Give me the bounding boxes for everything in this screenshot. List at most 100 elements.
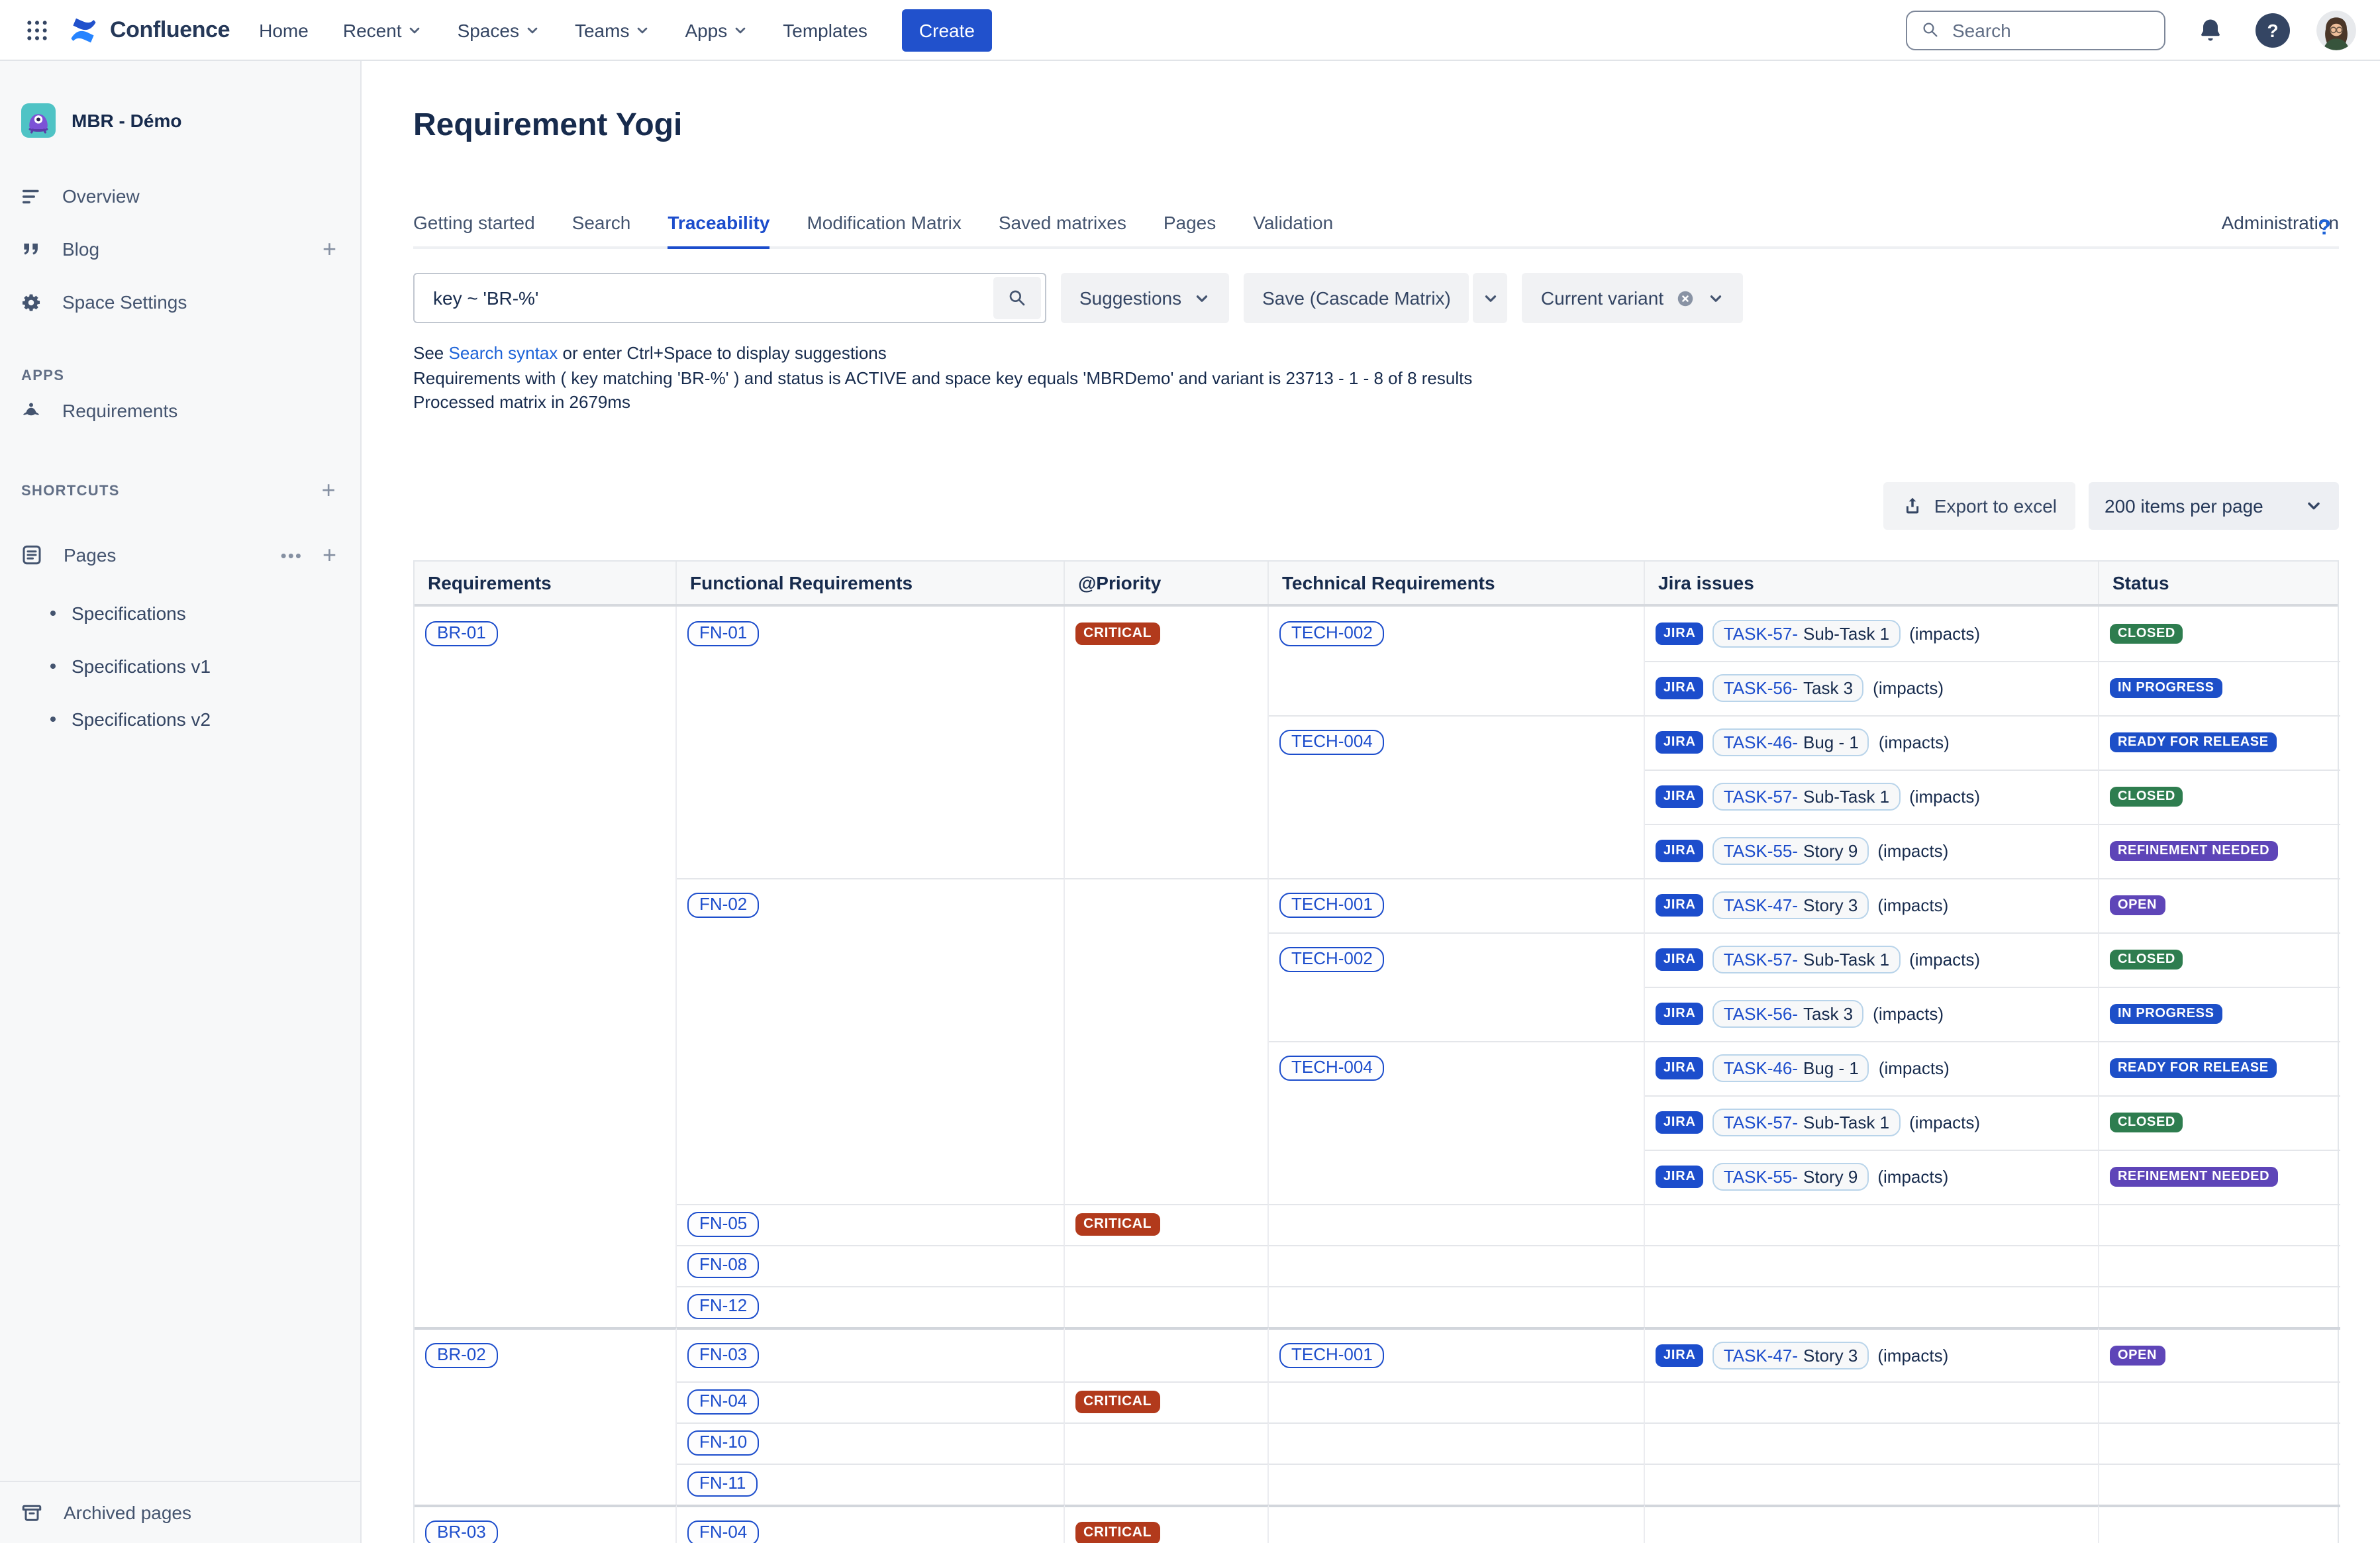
jira-issue-link[interactable]: TASK-57-Sub-Task 1 (1713, 946, 1900, 973)
save-options-button[interactable] (1473, 273, 1508, 323)
app-grid-icon[interactable] (19, 11, 56, 48)
save-cascade-matrix-button[interactable]: Save (Cascade Matrix) (1244, 273, 1469, 323)
jira-issue-link[interactable]: TASK-55-Story 9 (1713, 837, 1869, 865)
cell-requirements (415, 1095, 677, 1149)
tab-search[interactable]: Search (572, 212, 631, 249)
create-button[interactable]: Create (902, 9, 992, 51)
tab-validation[interactable]: Validation (1253, 212, 1333, 249)
overview-icon (20, 185, 42, 207)
technical-requirement-pill[interactable]: TECH-002 (1279, 621, 1385, 646)
technical-requirement-pill[interactable]: TECH-001 (1279, 1342, 1385, 1368)
page-item-specifications-v1[interactable]: Specifications v1 (0, 640, 360, 693)
functional-requirement-pill[interactable]: FN-05 (687, 1212, 759, 1237)
export-to-excel-button[interactable]: Export to excel (1884, 481, 2075, 529)
jira-issue-link[interactable]: TASK-57-Sub-Task 1 (1713, 783, 1900, 811)
requirement-key-pill[interactable]: BR-01 (425, 621, 498, 646)
jira-issue-link[interactable]: TASK-56-Task 3 (1713, 674, 1863, 702)
jira-issue-summary: Sub-Task 1 (1803, 1113, 1889, 1132)
items-per-page-select[interactable]: 200 items per page (2089, 481, 2339, 529)
notifications-bell-icon[interactable] (2192, 11, 2229, 48)
search-syntax-link[interactable]: Search syntax (449, 343, 558, 363)
cell-status: CLOSED (2099, 769, 2340, 823)
functional-requirement-pill[interactable]: FN-02 (687, 893, 759, 918)
tab-pages[interactable]: Pages (1164, 212, 1216, 249)
pages-more-icon[interactable]: ••• (281, 545, 303, 565)
page-item-specifications-v2[interactable]: Specifications v2 (0, 693, 360, 746)
impacts-label: (impacts) (1909, 950, 1980, 970)
search-icon (1920, 20, 1940, 40)
functional-requirement-pill[interactable]: FN-03 (687, 1342, 759, 1368)
global-search-input[interactable] (1950, 18, 2151, 42)
cell-technical-requirements (1269, 1504, 1645, 1543)
cell-functional-requirements: FN-11 (677, 1463, 1065, 1504)
jira-issue-summary: Bug - 1 (1803, 1058, 1859, 1078)
sidebar-item-archived-pages[interactable]: Archived pages (0, 1482, 360, 1543)
jira-issue-link[interactable]: TASK-47-Story 3 (1713, 891, 1869, 919)
jira-issue-link[interactable]: TASK-57-Sub-Task 1 (1713, 619, 1900, 647)
nav-item-teams[interactable]: Teams (575, 19, 650, 40)
functional-requirement-pill[interactable]: FN-04 (687, 1520, 759, 1543)
functional-requirement-pill[interactable]: FN-08 (687, 1253, 759, 1278)
requirement-key-pill[interactable]: BR-02 (425, 1342, 498, 1368)
search-submit-button[interactable] (993, 277, 1041, 319)
ry-help-link[interactable]: ? (2318, 217, 2331, 241)
help-icon[interactable]: ? (2256, 13, 2290, 47)
cell-requirements: BR-01 (415, 606, 677, 660)
traceability-query-input[interactable] (430, 286, 993, 310)
technical-requirement-pill[interactable]: TECH-002 (1279, 947, 1385, 972)
space-header[interactable]: MBR - Démo (21, 103, 339, 138)
page-item-specifications[interactable]: Specifications (0, 587, 360, 640)
sidebar-item-blog[interactable]: Blog + (0, 223, 360, 275)
jira-issue-link[interactable]: TASK-47-Story 3 (1713, 1341, 1869, 1369)
sidebar-item-requirements[interactable]: Requirements (0, 384, 360, 437)
nav-item-recent[interactable]: Recent (343, 19, 423, 40)
nav-item-spaces[interactable]: Spaces (458, 19, 540, 40)
avatar[interactable] (2316, 10, 2356, 50)
add-blog-icon[interactable]: + (322, 235, 336, 263)
functional-requirement-pill[interactable]: FN-04 (687, 1389, 759, 1415)
nav-item-apps[interactable]: Apps (685, 19, 748, 40)
cell-functional-requirements (677, 1095, 1065, 1149)
confluence-logo[interactable]: Confluence (66, 13, 230, 47)
jira-issue-link[interactable]: TASK-56-Task 3 (1713, 1000, 1863, 1028)
jira-issue-link[interactable]: TASK-55-Story 9 (1713, 1163, 1869, 1191)
clear-variant-icon[interactable] (1675, 288, 1695, 308)
jira-issue-link[interactable]: TASK-57-Sub-Task 1 (1713, 1109, 1900, 1136)
sidebar-item-overview[interactable]: Overview (0, 170, 360, 223)
technical-requirement-pill[interactable]: TECH-001 (1279, 893, 1385, 918)
functional-requirement-pill[interactable]: FN-10 (687, 1430, 759, 1456)
nav-item-home[interactable]: Home (259, 19, 309, 40)
tab-modification-matrix[interactable]: Modification Matrix (807, 212, 961, 249)
sidebar-item-pages[interactable]: Pages ••• + (0, 528, 360, 581)
ry-tabs: Getting started Search Traceability Modi… (413, 212, 2339, 249)
jira-issue-link[interactable]: TASK-46-Bug - 1 (1713, 728, 1869, 756)
status-lozenge: CLOSED (2110, 950, 2183, 970)
gear-icon (20, 291, 42, 313)
nav-item-templates[interactable]: Templates (783, 19, 868, 40)
functional-requirement-pill[interactable]: FN-12 (687, 1294, 759, 1319)
cell-jira-issues (1645, 1381, 2099, 1422)
tab-getting-started[interactable]: Getting started (413, 212, 535, 249)
tab-saved-matrixes[interactable]: Saved matrixes (999, 212, 1126, 249)
cell-status (2099, 1463, 2340, 1504)
requirement-key-pill[interactable]: BR-03 (425, 1520, 498, 1543)
functional-requirement-pill[interactable]: FN-11 (687, 1471, 758, 1497)
chevron-down-icon (732, 22, 748, 38)
technical-requirement-pill[interactable]: TECH-004 (1279, 1056, 1385, 1081)
impacts-label: (impacts) (1909, 623, 1980, 643)
add-shortcut-icon[interactable]: + (322, 477, 336, 505)
tab-traceability[interactable]: Traceability (668, 212, 769, 249)
functional-requirement-pill[interactable]: FN-01 (687, 621, 759, 646)
technical-requirement-pill[interactable]: TECH-004 (1279, 730, 1385, 755)
quote-icon (20, 238, 42, 260)
jira-issue-link[interactable]: TASK-46-Bug - 1 (1713, 1054, 1869, 1082)
sidebar-item-space-settings[interactable]: Space Settings (0, 275, 360, 328)
status-lozenge: CLOSED (2110, 623, 2183, 643)
table-row: BR-02FN-03TECH-001JIRATASK-47-Story 3(im… (415, 1326, 2338, 1381)
current-variant-button[interactable]: Current variant (1522, 273, 1743, 323)
column-header-requirements: Requirements (415, 561, 677, 603)
cell-functional-requirements (677, 986, 1065, 1040)
global-search[interactable] (1906, 10, 2165, 50)
add-page-icon[interactable]: + (322, 541, 336, 569)
suggestions-button[interactable]: Suggestions (1061, 273, 1229, 323)
